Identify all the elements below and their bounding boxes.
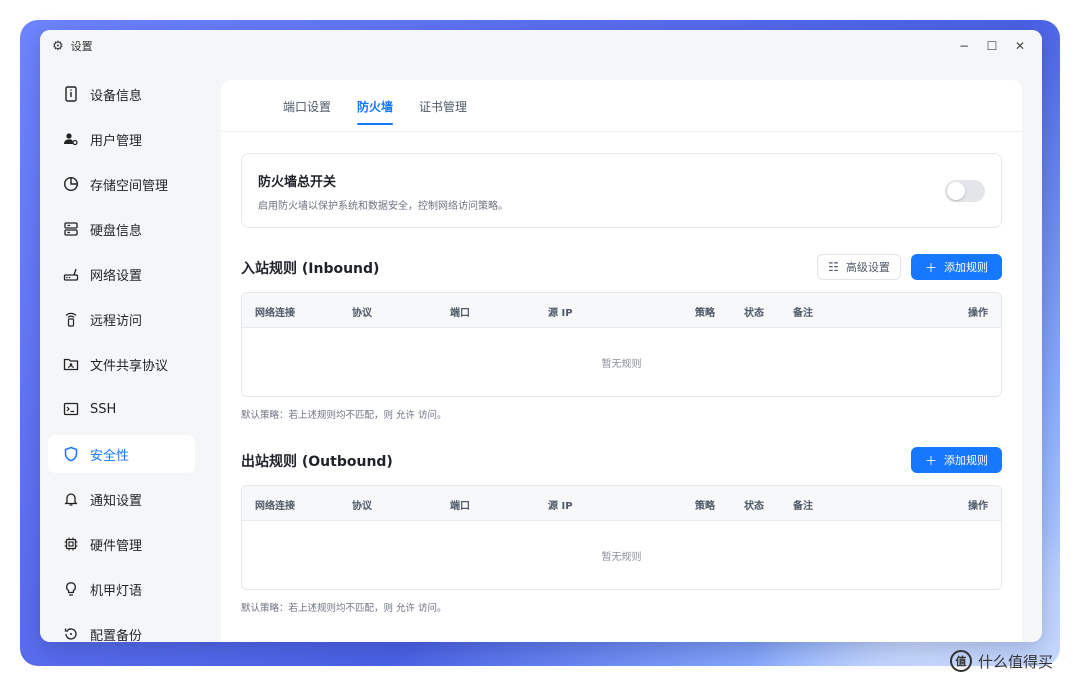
- sidebar-item-hardware[interactable]: 硬件管理: [48, 525, 195, 563]
- sidebar-item-label: 远程访问: [90, 313, 143, 329]
- pie-chart-icon: [62, 175, 80, 193]
- window-controls: − ☐ ✕: [952, 36, 1032, 56]
- add-rule-label: 添加规则: [944, 454, 988, 467]
- column-header: 源 IP: [548, 501, 573, 512]
- sidebar-item-label: SSH: [90, 401, 117, 417]
- sidebar-item-remote-access[interactable]: 远程访问: [48, 300, 195, 338]
- sidebar: 设备信息 用户管理 存储空间管理 硬盘信息 网络设置 远程访问 文件共享协议 S…: [40, 62, 202, 642]
- sidebar-item-label: 存储空间管理: [90, 178, 169, 194]
- sidebar-item-ssh[interactable]: SSH: [48, 390, 195, 428]
- sidebar-item-device-info[interactable]: 设备信息: [48, 75, 195, 113]
- sidebar-item-label: 安全性: [90, 448, 130, 464]
- column-header: 状态: [744, 308, 764, 319]
- firewall-switch-description: 启用防火墙以保护系统和数据安全，控制网络访问策略。: [258, 201, 508, 212]
- inbound-default-policy: 默认策略：若上述规则均不匹配，则 允许 访问。: [241, 410, 447, 421]
- gear-icon: ⚙: [52, 38, 64, 54]
- sidebar-item-file-sharing[interactable]: 文件共享协议: [48, 345, 195, 383]
- tab-firewall[interactable]: 防火墙: [357, 98, 393, 115]
- firewall-toggle[interactable]: [945, 180, 985, 202]
- chip-icon: [62, 535, 80, 553]
- column-header: 备注: [793, 501, 813, 512]
- sidebar-item-label: 通知设置: [90, 493, 143, 509]
- outbound-default-policy: 默认策略：若上述规则均不匹配，则 允许 访问。: [241, 603, 447, 614]
- minimize-icon[interactable]: −: [952, 36, 976, 56]
- column-header: 策略: [695, 501, 715, 512]
- sidebar-item-label: 网络设置: [90, 268, 143, 284]
- advanced-settings-button[interactable]: ☷ 高级设置: [817, 254, 901, 280]
- sidebar-item-light[interactable]: 机甲灯语: [48, 570, 195, 608]
- column-header: 状态: [744, 501, 764, 512]
- bell-icon: [62, 490, 80, 508]
- sidebar-item-label: 用户管理: [90, 133, 143, 149]
- inbound-title: 入站规则 (Inbound): [241, 261, 380, 277]
- tab-bar: 端口设置 防火墙 证书管理: [221, 80, 1022, 132]
- watermark-logo: 值: [950, 650, 972, 672]
- firewall-switch-card: 防火墙总开关 启用防火墙以保护系统和数据安全，控制网络访问策略。: [241, 153, 1002, 228]
- firewall-switch-title: 防火墙总开关: [258, 175, 337, 190]
- sidebar-item-label: 配置备份: [90, 628, 143, 643]
- outbound-add-rule-button[interactable]: ＋ 添加规则: [911, 447, 1002, 473]
- sidebar-item-notifications[interactable]: 通知设置: [48, 480, 195, 518]
- sidebar-item-label: 硬盘信息: [90, 223, 143, 239]
- disk-icon: [62, 220, 80, 238]
- content-panel: 端口设置 防火墙 证书管理 防火墙总开关 启用防火墙以保护系统和数据安全，控制网…: [221, 80, 1022, 642]
- plus-icon: ＋: [924, 453, 937, 468]
- sidebar-item-label: 设备信息: [90, 88, 143, 104]
- sidebar-item-backup[interactable]: 配置备份: [48, 615, 195, 642]
- column-header: 端口: [450, 501, 470, 512]
- advanced-settings-label: 高级设置: [845, 261, 890, 274]
- title-bar: ⚙ 设置 − ☐ ✕: [40, 30, 1042, 62]
- column-header: 备注: [793, 308, 813, 319]
- column-header: 操作: [968, 308, 988, 319]
- watermark-text: 什么值得买: [978, 652, 1054, 671]
- column-header: 网络连接: [255, 501, 295, 512]
- column-header: 协议: [352, 308, 372, 319]
- tab-certificates[interactable]: 证书管理: [419, 98, 467, 115]
- sliders-icon: ☷: [828, 260, 839, 274]
- sidebar-item-storage[interactable]: 存储空间管理: [48, 165, 195, 203]
- user-settings-icon: [62, 130, 80, 148]
- table-header: 网络连接 协议 端口 源 IP 策略 状态 备注 操作: [242, 293, 1001, 328]
- sidebar-item-disk[interactable]: 硬盘信息: [48, 210, 195, 248]
- column-header: 策略: [695, 308, 715, 319]
- outbound-rules-table: 网络连接 协议 端口 源 IP 策略 状态 备注 操作 暂无规则: [241, 485, 1002, 590]
- inbound-add-rule-button[interactable]: ＋ 添加规则: [911, 254, 1002, 280]
- outbound-title: 出站规则 (Outbound): [241, 454, 393, 470]
- device-info-icon: [62, 85, 80, 103]
- window-title: 设置: [70, 40, 93, 53]
- bulb-icon: [62, 580, 80, 598]
- sidebar-item-label: 文件共享协议: [90, 358, 169, 374]
- column-header: 协议: [352, 501, 372, 512]
- terminal-icon: [62, 400, 80, 418]
- empty-state-text: 暂无规则: [601, 552, 642, 563]
- add-rule-label: 添加规则: [944, 261, 988, 274]
- sidebar-item-security[interactable]: 安全性: [48, 435, 195, 473]
- router-icon: [62, 265, 80, 283]
- tab-port-settings[interactable]: 端口设置: [283, 98, 331, 115]
- table-header: 网络连接 协议 端口 源 IP 策略 状态 备注 操作: [242, 486, 1001, 521]
- shield-icon: [62, 445, 80, 463]
- remote-access-icon: [62, 310, 80, 328]
- settings-window: ⚙ 设置 − ☐ ✕ 设备信息 用户管理 存储空间管理 硬盘信息 网络设置 远程…: [40, 30, 1042, 642]
- column-header: 端口: [450, 308, 470, 319]
- plus-icon: ＋: [924, 260, 937, 275]
- close-icon[interactable]: ✕: [1008, 36, 1032, 56]
- active-tab-indicator: [357, 123, 393, 125]
- column-header: 网络连接: [255, 308, 295, 319]
- watermark: 值 什么值得买: [950, 650, 1053, 672]
- inbound-rules-table: 网络连接 协议 端口 源 IP 策略 状态 备注 操作 暂无规则: [241, 292, 1002, 397]
- sidebar-item-label: 机甲灯语: [90, 583, 143, 599]
- sidebar-item-users[interactable]: 用户管理: [48, 120, 195, 158]
- sidebar-item-network[interactable]: 网络设置: [48, 255, 195, 293]
- shared-folder-icon: [62, 355, 80, 373]
- empty-state-text: 暂无规则: [601, 359, 642, 370]
- maximize-icon[interactable]: ☐: [980, 36, 1004, 56]
- column-header: 操作: [968, 501, 988, 512]
- backup-icon: [62, 625, 80, 642]
- column-header: 源 IP: [548, 308, 573, 319]
- sidebar-item-label: 硬件管理: [90, 538, 143, 554]
